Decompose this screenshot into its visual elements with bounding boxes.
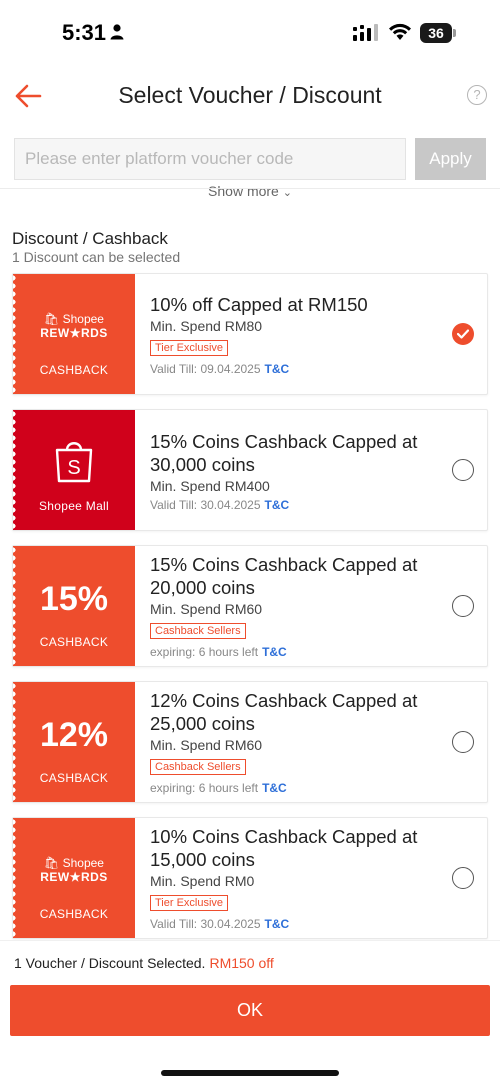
voucher-title: 10% Coins Cashback Capped at 15,000 coin…: [150, 826, 418, 870]
voucher-radio[interactable]: [452, 459, 474, 481]
voucher-badge: 15% CASHBACK: [13, 546, 135, 666]
voucher-tag: Cashback Sellers: [150, 759, 246, 775]
voucher-details: 15% Coins Cashback Capped at 30,000 coin…: [150, 430, 440, 550]
voucher-card[interactable]: 12% CASHBACK 12% Coins Cashback Capped a…: [12, 681, 488, 803]
voucher-badge: 12% CASHBACK: [13, 682, 135, 802]
voucher-validity: expiring: 6 hours left T&C: [150, 781, 440, 795]
shopee-bag-icon: 🛍︎: [44, 856, 60, 870]
tnc-link[interactable]: T&C: [265, 498, 290, 512]
section-subtitle: 1 Discount can be selected: [12, 249, 181, 265]
voucher-card[interactable]: 🛍︎ Shopee REW★RDS CASHBACK 10% off Cappe…: [12, 273, 488, 395]
apply-button[interactable]: Apply: [415, 138, 486, 180]
bottom-bar: 1 Voucher / Discount Selected. RM150 off …: [0, 940, 500, 1084]
logo-subtext: REW★RDS: [40, 326, 108, 340]
svg-text:S: S: [67, 457, 80, 479]
voucher-radio[interactable]: [452, 731, 474, 753]
status-time: 5:31: [62, 20, 107, 45]
signal-icon: [353, 24, 378, 41]
voucher-title: 10% off Capped at RM150: [150, 294, 368, 315]
shopee-rewards-logo: 🛍︎ Shopee REW★RDS: [13, 856, 135, 884]
tnc-link[interactable]: T&C: [262, 781, 287, 795]
voucher-percent: 15%: [39, 580, 109, 618]
voucher-validity: Valid Till: 30.04.2025 T&C: [150, 498, 440, 512]
voucher-title: 15% Coins Cashback Capped at 20,000 coin…: [150, 554, 418, 598]
show-more-link[interactable]: Show more ⌄: [0, 183, 500, 199]
tnc-link[interactable]: T&C: [265, 362, 290, 376]
voucher-badge-label: CASHBACK: [39, 635, 109, 649]
voucher-tag: Cashback Sellers: [150, 623, 246, 639]
logo-text: Shopee: [62, 312, 104, 326]
shopee-bag-icon: 🛍︎: [44, 312, 60, 326]
voucher-tag: Tier Exclusive: [150, 340, 229, 356]
voucher-badge: S Shopee Mall: [13, 410, 135, 530]
voucher-validity: expiring: 6 hours left T&C: [150, 645, 440, 659]
logo-text: Shopee: [62, 856, 104, 870]
voucher-min-spend: Min. Spend RM60: [150, 737, 263, 753]
voucher-code-input[interactable]: [14, 138, 406, 180]
voucher-details: 12% Coins Cashback Capped at 25,000 coin…: [150, 689, 440, 809]
wifi-icon: [389, 23, 411, 40]
battery-icon: 36: [420, 23, 456, 43]
voucher-validity-text: Valid Till: 30.04.2025: [150, 498, 261, 512]
voucher-card[interactable]: 🛍︎ Shopee REW★RDS CASHBACK 10% Coins Cas…: [12, 817, 488, 939]
tnc-link[interactable]: T&C: [265, 917, 290, 931]
voucher-title: 12% Coins Cashback Capped at 25,000 coin…: [150, 690, 418, 734]
battery-level: 36: [420, 23, 452, 43]
voucher-code-row: Apply: [14, 138, 486, 180]
selected-text: 1 Voucher / Discount Selected.: [14, 955, 206, 971]
voucher-validity-text: expiring: 6 hours left: [150, 645, 259, 659]
page-title: Select Voucher / Discount: [118, 82, 382, 108]
divider: [0, 188, 500, 189]
home-indicator: [161, 1070, 339, 1076]
voucher-details: 10% Coins Cashback Capped at 15,000 coin…: [150, 825, 440, 945]
voucher-validity: Valid Till: 30.04.2025 T&C: [150, 917, 440, 931]
logo-subtext: REW★RDS: [40, 870, 108, 884]
voucher-card[interactable]: 15% CASHBACK 15% Coins Cashback Capped a…: [12, 545, 488, 667]
voucher-card[interactable]: S Shopee Mall 15% Coins Cashback Capped …: [12, 409, 488, 531]
selected-summary: 1 Voucher / Discount Selected. RM150 off: [14, 955, 274, 971]
voucher-tag: Tier Exclusive: [150, 895, 229, 911]
voucher-validity-text: Valid Till: 30.04.2025: [150, 917, 261, 931]
voucher-title: 15% Coins Cashback Capped at 30,000 coin…: [150, 431, 418, 475]
shopee-rewards-logo: 🛍︎ Shopee REW★RDS: [13, 312, 135, 340]
header: Select Voucher / Discount ?: [0, 66, 500, 126]
voucher-badge-label: Shopee Mall: [38, 499, 109, 513]
voucher-radio-selected[interactable]: [452, 323, 474, 345]
voucher-badge-label: CASHBACK: [39, 771, 109, 785]
section-title: Discount / Cashback: [12, 229, 168, 248]
voucher-percent: 12%: [39, 716, 109, 754]
voucher-details: 10% off Capped at RM150 Min. Spend RM80 …: [150, 293, 440, 413]
status-bar: 5:31 36: [0, 0, 500, 66]
voucher-badge-label: CASHBACK: [39, 363, 109, 377]
checkmark-icon: [457, 329, 469, 339]
voucher-validity: Valid Till: 09.04.2025 T&C: [150, 362, 440, 376]
person-icon: [110, 24, 124, 40]
selected-amount: RM150 off: [209, 955, 274, 971]
voucher-min-spend: Min. Spend RM80: [150, 318, 263, 334]
show-more-label: Show more: [208, 183, 279, 199]
voucher-radio[interactable]: [452, 595, 474, 617]
voucher-details: 15% Coins Cashback Capped at 20,000 coin…: [150, 553, 440, 673]
voucher-validity-text: Valid Till: 09.04.2025: [150, 362, 261, 376]
voucher-min-spend: Min. Spend RM400: [150, 478, 270, 494]
shopee-mall-bag-icon: S: [55, 442, 93, 483]
voucher-min-spend: Min. Spend RM0: [150, 873, 255, 889]
help-icon[interactable]: ?: [467, 85, 487, 105]
voucher-badge-label: CASHBACK: [39, 907, 109, 921]
voucher-badge: 🛍︎ Shopee REW★RDS CASHBACK: [13, 274, 135, 394]
ok-button[interactable]: OK: [10, 985, 490, 1036]
voucher-min-spend: Min. Spend RM60: [150, 601, 263, 617]
voucher-radio[interactable]: [452, 867, 474, 889]
voucher-badge: 🛍︎ Shopee REW★RDS CASHBACK: [13, 818, 135, 938]
voucher-validity-text: expiring: 6 hours left: [150, 781, 259, 795]
tnc-link[interactable]: T&C: [262, 645, 287, 659]
